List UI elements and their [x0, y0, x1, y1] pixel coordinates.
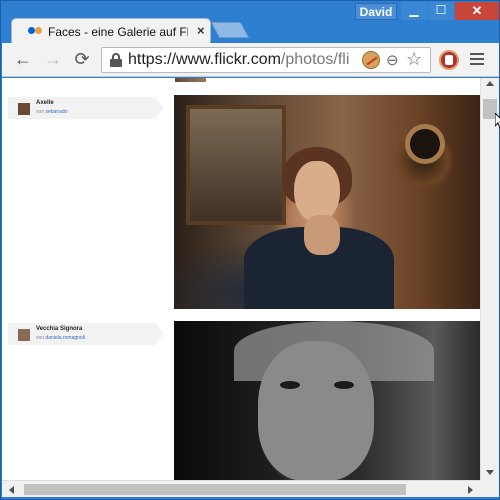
bookmark-star-icon[interactable]: ☆	[406, 49, 422, 70]
scroll-left-arrow-icon[interactable]	[9, 486, 14, 494]
photo-label: Axelle von sebanado	[8, 97, 164, 119]
tab-title: Faces - eine Galerie auf Fli	[48, 25, 188, 39]
photo-label: Vecchia Signora von daniela romagnoli	[8, 323, 164, 345]
page-content: Axelle von sebanado Vecchia Signora von …	[2, 78, 480, 480]
flickr-favicon-icon	[28, 27, 42, 35]
url-path: /photos/fli	[280, 51, 350, 68]
horizontal-scrollbar[interactable]	[2, 480, 480, 497]
profile-button[interactable]: David	[355, 3, 397, 20]
photo-title[interactable]: Vecchia Signora	[36, 326, 82, 332]
url-text[interactable]: https://www.flickr.com/photos/fli	[128, 51, 360, 69]
photo-byline: von sebanado	[36, 109, 67, 115]
minimize-button[interactable]: ▁	[401, 2, 427, 20]
extension-icon[interactable]	[439, 50, 459, 70]
tab-close-icon[interactable]: ×	[197, 23, 205, 38]
previous-photo-thumbnail[interactable]	[175, 78, 206, 82]
address-bar[interactable]: https://www.flickr.com/photos/fli ⊖ ☆	[101, 47, 431, 73]
byline-prefix: von	[36, 109, 45, 115]
avatar[interactable]	[18, 103, 30, 115]
photo-image[interactable]	[174, 321, 480, 480]
close-window-button[interactable]: ✕	[455, 2, 499, 20]
hamburger-menu-icon[interactable]	[470, 53, 484, 68]
back-button[interactable]: ←	[12, 49, 34, 69]
avatar[interactable]	[18, 329, 30, 341]
byline-prefix: von	[36, 335, 45, 341]
forward-button[interactable]: →	[42, 49, 64, 69]
scroll-up-arrow-icon[interactable]	[486, 81, 494, 86]
maximize-button[interactable]: ☐	[428, 2, 454, 20]
vertical-scrollbar[interactable]	[480, 78, 499, 480]
author-link[interactable]: sebanado	[45, 109, 67, 115]
scrollbar-corner	[480, 480, 499, 497]
scroll-down-arrow-icon[interactable]	[486, 470, 494, 475]
browser-tab[interactable]: Faces - eine Galerie auf Fli ×	[11, 18, 211, 44]
browser-window: David ▁ ☐ ✕ Faces - eine Galerie auf Fli…	[0, 0, 500, 500]
cookie-blocked-icon[interactable]	[362, 51, 380, 69]
photo-byline: von daniela romagnoli	[36, 335, 85, 341]
horizontal-scroll-thumb[interactable]	[24, 484, 406, 495]
photo-title[interactable]: Axelle	[36, 100, 54, 106]
zoom-icon[interactable]: ⊖	[386, 51, 399, 69]
scroll-right-arrow-icon[interactable]	[468, 486, 473, 494]
new-tab-button[interactable]	[210, 22, 250, 38]
lock-icon[interactable]	[110, 53, 122, 67]
author-link[interactable]: daniela romagnoli	[45, 335, 84, 341]
url-host: https://www.flickr.com	[128, 51, 281, 68]
reload-button[interactable]: ⟳	[71, 49, 93, 69]
toolbar: ← → ⟳ https://www.flickr.com/photos/fli …	[2, 43, 499, 77]
photo-image[interactable]	[174, 95, 480, 309]
